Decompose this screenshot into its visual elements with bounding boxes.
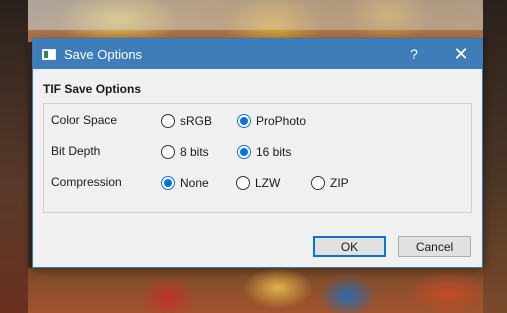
radio-label: sRGB (180, 114, 213, 128)
radio-circle (161, 114, 175, 128)
color-space-label: Color Space (51, 113, 118, 127)
radio-circle (161, 145, 175, 159)
image-window-icon (42, 48, 56, 60)
compression-row: Compression None LZW ZIP (44, 171, 471, 195)
close-button[interactable]: ✕ (446, 39, 476, 69)
radio-label: 8 bits (180, 145, 209, 159)
radio-label: ProPhoto (256, 114, 307, 128)
radio-circle (311, 176, 325, 190)
compression-zip-radio[interactable]: ZIP (311, 171, 349, 195)
color-space-prophoto-radio[interactable]: ProPhoto (237, 109, 306, 133)
compression-lzw-radio[interactable]: LZW (236, 171, 280, 195)
radio-circle (237, 114, 251, 128)
dialog-title: Save Options (64, 46, 143, 62)
radio-circle (161, 176, 175, 190)
color-space-row: Color Space sRGB ProPhoto (44, 109, 471, 133)
compression-label: Compression (51, 175, 122, 189)
options-group: Color Space sRGB ProPhoto Bit Depth 8 bi… (43, 103, 472, 213)
dialog-titlebar[interactable]: Save Options ? ✕ (33, 39, 482, 69)
bit-depth-label: Bit Depth (51, 144, 101, 158)
radio-circle (237, 145, 251, 159)
radio-circle (236, 176, 250, 190)
color-space-srgb-radio[interactable]: sRGB (161, 109, 212, 133)
cancel-button[interactable]: Cancel (398, 236, 471, 257)
radio-label: LZW (255, 176, 281, 190)
compression-none-radio[interactable]: None (161, 171, 209, 195)
section-title: TIF Save Options (43, 82, 142, 96)
bit-depth-row: Bit Depth 8 bits 16 bits (44, 140, 471, 164)
save-options-dialog: Save Options ? ✕ TIF Save Options Color … (32, 38, 483, 268)
bit-depth-8-radio[interactable]: 8 bits (161, 140, 209, 164)
radio-label: None (180, 176, 209, 190)
radio-label: 16 bits (256, 145, 292, 159)
ok-button[interactable]: OK (313, 236, 386, 257)
help-button[interactable]: ? (403, 39, 425, 69)
radio-label: ZIP (330, 176, 349, 190)
bit-depth-16-radio[interactable]: 16 bits (237, 140, 291, 164)
